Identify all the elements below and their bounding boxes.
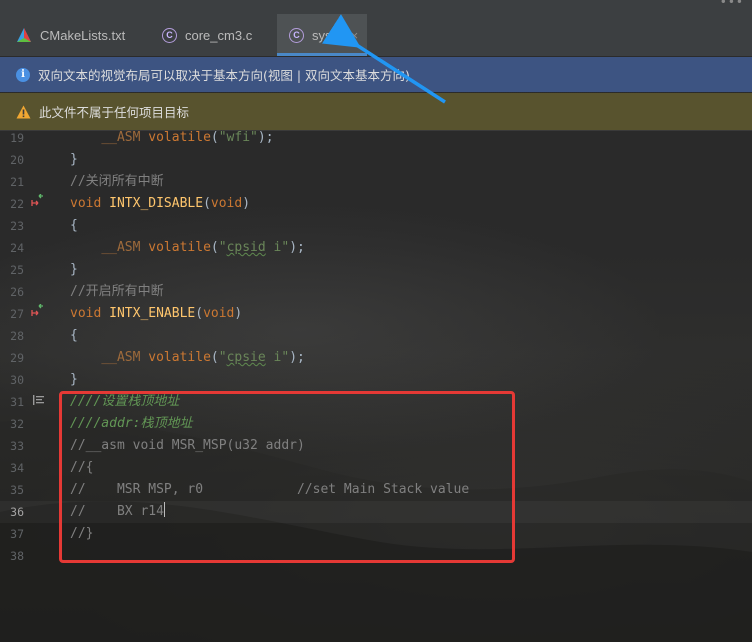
c-file-icon: C [289, 27, 304, 43]
code-line: 21 //关闭所有中断 [0, 171, 752, 193]
tab-label: core_cm3.c [185, 27, 253, 43]
code-line: 26 //开启所有中断 [0, 281, 752, 303]
line-number: 30 [10, 373, 24, 387]
line-number: 31 [10, 395, 24, 409]
cmake-icon [17, 28, 31, 42]
line-number: 38 [10, 549, 24, 563]
code-line: 27 void INTX_ENABLE(void) [0, 303, 752, 325]
tab-core-cm3[interactable]: C core_cm3.c [144, 14, 276, 56]
warning-banner-text: 此文件不属于任何项目目标 [39, 105, 190, 120]
editor-tab-bar: CMakeLists.txt C core_cm3.c C sys.c × [0, 14, 752, 57]
line-number: 19 [10, 131, 24, 145]
line-number: 34 [10, 461, 24, 475]
line-number: 27 [10, 307, 24, 321]
title-strip: ••• [0, 0, 752, 15]
code-editor[interactable]: 19 __ASM volatile("wfi"); 20 } 21 //关闭所有… [0, 130, 752, 642]
info-banner-text: 双向文本的视觉布局可以取决于基本方向(视图 | 双向文本基本方向) [38, 68, 410, 83]
info-banner: i 双向文本的视觉布局可以取决于基本方向(视图 | 双向文本基本方向) [0, 57, 752, 92]
code-line: 29 __ASM volatile("cpsie i"); [0, 347, 752, 369]
navigate-declaration-icon[interactable] [31, 303, 45, 325]
line-number: 37 [10, 527, 24, 541]
line-number: 35 [10, 483, 24, 497]
code-line: 25 } [0, 259, 752, 281]
tab-label: sys.c [312, 27, 342, 43]
code-line: 28 { [0, 325, 752, 347]
line-number: 36 [10, 505, 24, 519]
line-number: 29 [10, 351, 24, 365]
code-line: 22 void INTX_DISABLE(void) [0, 193, 752, 215]
highlight-annotation-box [59, 391, 515, 563]
tab-sys-c[interactable]: C sys.c × [277, 14, 367, 56]
info-icon: i [16, 67, 30, 82]
line-number: 22 [10, 197, 24, 211]
warning-icon [16, 105, 31, 118]
warning-banner: 此文件不属于任何项目目标 [0, 93, 752, 131]
more-icon[interactable]: ••• [720, 0, 744, 9]
doc-comment-icon[interactable] [33, 391, 45, 413]
code-line: 24 __ASM volatile("cpsid i"); [0, 237, 752, 259]
line-number: 32 [10, 417, 24, 431]
c-file-icon: C [162, 27, 177, 43]
code-line: 19 __ASM volatile("wfi"); [0, 127, 752, 149]
line-number: 33 [10, 439, 24, 453]
code-line: 20 } [0, 149, 752, 171]
close-tab-icon[interactable]: × [351, 28, 359, 43]
line-number: 20 [10, 153, 24, 167]
active-tab-indicator [277, 53, 367, 56]
line-number: 25 [10, 263, 24, 277]
tab-label: CMakeLists.txt [40, 27, 126, 43]
code-line: 30 } [0, 369, 752, 391]
line-number: 23 [10, 219, 24, 233]
line-number: 21 [10, 175, 24, 189]
line-number: 26 [10, 285, 24, 299]
navigate-declaration-icon[interactable] [31, 193, 45, 215]
line-number: 28 [10, 329, 24, 343]
tab-cmakelists[interactable]: CMakeLists.txt [0, 14, 136, 56]
line-number: 24 [10, 241, 24, 255]
code-line: 23 { [0, 215, 752, 237]
